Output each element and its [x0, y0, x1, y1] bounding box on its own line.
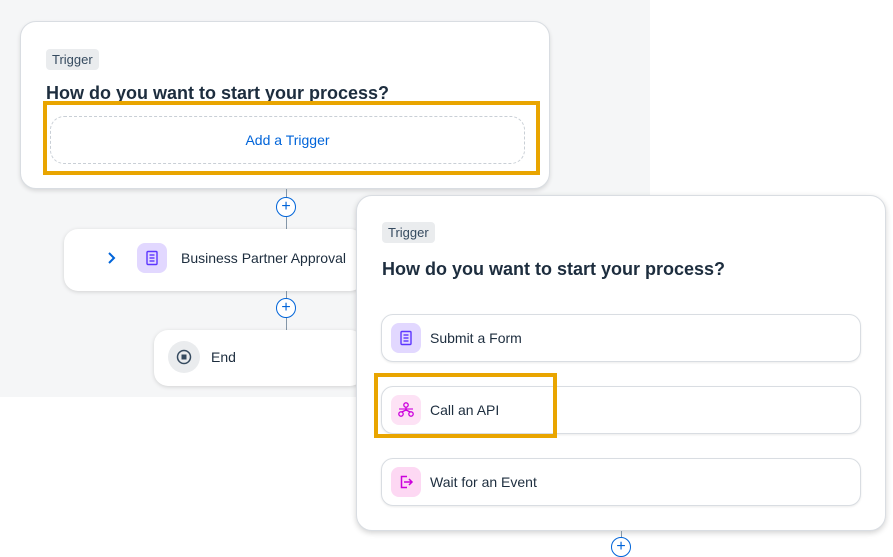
step-node-end[interactable]: End: [154, 330, 364, 386]
option-label: Wait for an Event: [430, 474, 537, 490]
option-wait-for-event[interactable]: Wait for an Event: [381, 458, 861, 506]
call-api-highlight: [374, 373, 557, 438]
form-icon: [391, 323, 421, 353]
trigger-question: How do you want to start your process?: [382, 259, 726, 279]
add-step-button[interactable]: +: [611, 537, 631, 557]
form-icon: [137, 243, 167, 273]
trigger-tag: Trigger: [382, 222, 435, 243]
trigger-options-card: Trigger How do you want to start your pr…: [356, 195, 886, 531]
option-label: Submit a Form: [430, 330, 522, 346]
stop-icon: [168, 341, 200, 373]
step-node-business-partner-approval[interactable]: Business Partner Approval: [64, 229, 364, 291]
add-step-button[interactable]: +: [276, 197, 296, 217]
option-submit-form[interactable]: Submit a Form: [381, 314, 861, 362]
add-trigger-highlight: [43, 101, 540, 175]
event-icon: [391, 467, 421, 497]
step-label: End: [211, 349, 236, 365]
add-step-button[interactable]: +: [276, 298, 296, 318]
trigger-tag: Trigger: [46, 49, 99, 70]
chevron-right-icon[interactable]: [106, 248, 118, 268]
step-label: Business Partner Approval: [181, 250, 346, 266]
